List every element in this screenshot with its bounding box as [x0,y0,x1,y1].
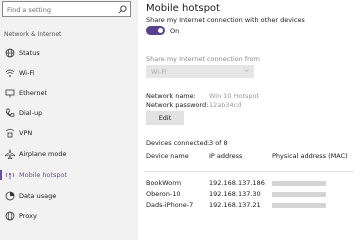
search-placeholder: Find a setting [7,5,51,14]
network-name-label: Network name: [146,92,196,100]
chevron-down-icon [244,69,249,73]
devices-connected-value: 3 of 8 [209,139,228,147]
hotspot-toggle[interactable] [146,26,165,35]
sidebar-item-label: Ethernet [19,88,47,97]
sidebar-item-proxy[interactable]: Proxy [0,207,138,225]
data-usage-icon [5,191,15,201]
ethernet-icon [5,89,15,98]
ip-address-cell: 192.168.137.30 [209,190,261,198]
sidebar-item-label: Airplane mode [19,149,67,158]
sidebar-item-data-usage[interactable]: Data usage [0,187,138,205]
hotspot-icon [5,172,15,180]
column-header-ip-address: IP address [209,152,243,160]
vpn-icon [5,128,15,138]
table-divider [144,171,354,172]
globe-icon [5,48,15,58]
toggle-knob [158,28,163,33]
sidebar-item-label: Wi-Fi [19,68,35,77]
sidebar-item-label: Dial-up [19,108,43,117]
device-name-cell: BookWorm [146,179,182,187]
share-from-value: Wi-Fi [151,68,167,76]
sidebar-item-label: Proxy [19,211,37,220]
sidebar-item-label: VPN [19,128,33,137]
share-from-label: Share my Internet connection from [146,55,260,63]
edit-button[interactable]: Edit [146,111,184,125]
search-input[interactable]: Find a setting [2,1,131,17]
share-description: Share my Internet connection with other … [146,16,305,24]
sidebar-item-label: Mobile hotspot [19,170,68,179]
airplane-icon [5,149,15,159]
mac-address-blurred [272,181,326,186]
devices-connected-label: Devices connected: [146,139,210,147]
sidebar: Find a setting Network & Internet Status… [0,0,138,240]
network-name-value: Win 10 Hotspot [209,92,260,100]
mac-address-blurred [272,192,326,197]
device-name-cell: Dads-iPhone-7 [146,201,194,209]
search-icon[interactable] [118,5,127,14]
sidebar-item-label: Data usage [19,191,57,200]
column-header-device-name: Device name [146,152,189,160]
toggle-label: On [170,27,180,35]
sidebar-item-vpn[interactable]: VPN [0,124,138,142]
network-password-value: 12ab34cd [209,101,242,109]
wifi-icon [5,69,15,77]
mac-address-blurred [272,203,326,208]
column-header-mac: Physical address (MAC) [272,152,348,160]
page-title: Mobile hotspot [146,3,220,14]
sidebar-item-dialup[interactable]: Dial-up [0,104,138,122]
sidebar-item-mobile-hotspot[interactable]: Mobile hotspot [0,166,138,184]
active-indicator [0,170,2,180]
sidebar-item-status[interactable]: Status [0,44,138,62]
sidebar-item-ethernet[interactable]: Ethernet [0,84,138,102]
share-from-select[interactable]: Wi-Fi [146,65,254,78]
sidebar-item-airplane-mode[interactable]: Airplane mode [0,145,138,163]
main-panel: Mobile hotspot Share my Internet connect… [138,0,360,240]
proxy-icon [5,211,15,221]
sidebar-item-wifi[interactable]: Wi-Fi [0,64,138,82]
network-password-label: Network password: [146,101,209,109]
ip-address-cell: 192.168.137.186 [209,179,265,187]
sidebar-item-label: Status [19,48,40,57]
phone-icon [6,108,15,117]
device-name-cell: Oberon-10 [146,190,181,198]
section-title: Network & Internet [4,31,62,38]
ip-address-cell: 192.168.137.21 [209,201,261,209]
